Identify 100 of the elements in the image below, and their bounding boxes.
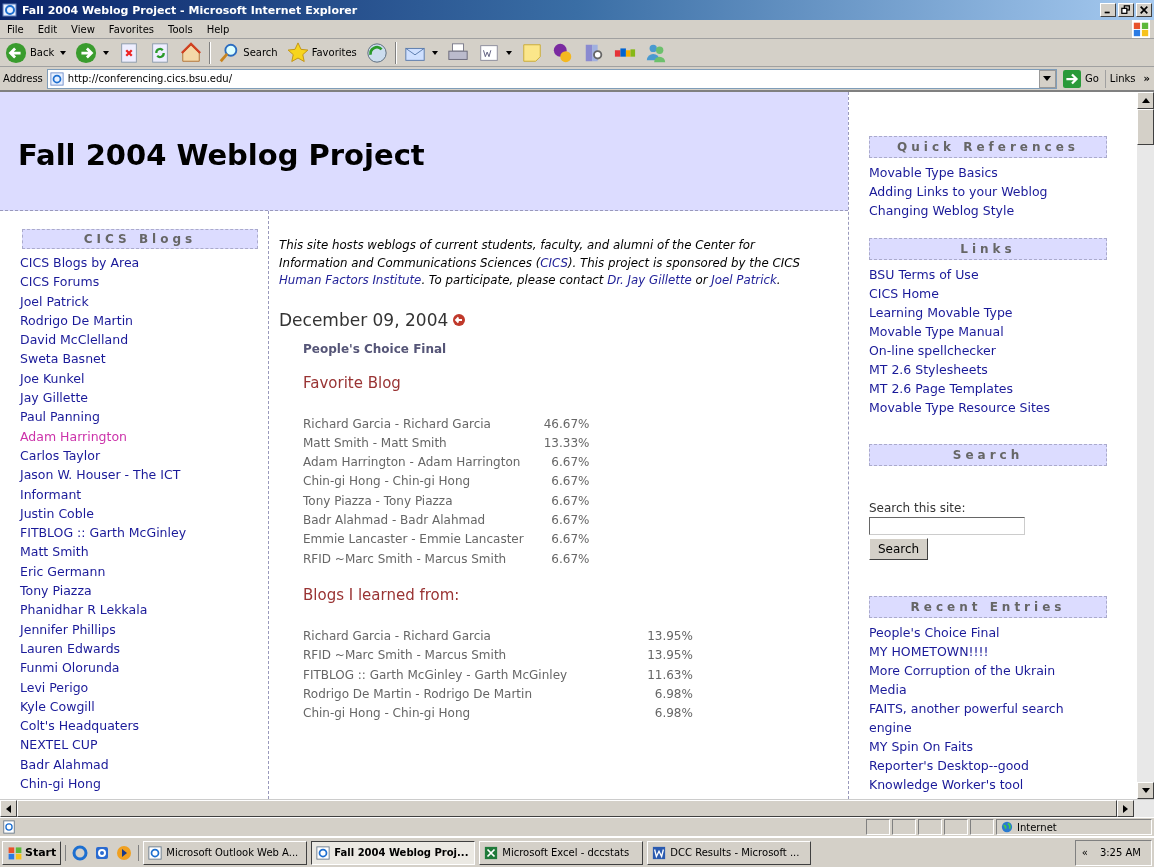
blog-link[interactable]: Colt's Headquaters bbox=[20, 716, 235, 736]
blog-link[interactable]: CICS Blogs by Area bbox=[20, 253, 235, 273]
expand-tray-button[interactable]: « bbox=[1077, 847, 1092, 858]
blog-link[interactable]: Chin-gi Hong bbox=[20, 774, 235, 794]
entry-link[interactable]: MY Spin On Faits bbox=[869, 737, 1087, 756]
search-field[interactable] bbox=[869, 517, 1025, 535]
globe-icon bbox=[1001, 821, 1013, 833]
resource-link[interactable]: BSU Terms of Use bbox=[869, 265, 1087, 284]
blog-link[interactable]: Jay Gillette bbox=[20, 388, 235, 408]
blog-link[interactable]: Funmi Olorunda bbox=[20, 658, 235, 678]
scroll-down-button[interactable] bbox=[1137, 782, 1154, 799]
result-percent: 6.67% bbox=[550, 454, 590, 472]
blog-link[interactable]: Jason W. Houser - The ICT Informant bbox=[20, 465, 235, 504]
forward-button[interactable] bbox=[73, 41, 112, 64]
down-arrow-icon bbox=[1141, 788, 1150, 793]
menu-item[interactable]: Edit bbox=[30, 23, 65, 35]
scrollbar-track[interactable] bbox=[1137, 92, 1154, 799]
links-label[interactable]: Links bbox=[1109, 73, 1136, 84]
entry-link[interactable]: MY HOMETOWN!!!! bbox=[869, 642, 1087, 661]
blog-link[interactable]: Badr Alahmad bbox=[20, 754, 235, 774]
search-button[interactable]: Search bbox=[216, 41, 280, 64]
search-button[interactable]: Search bbox=[869, 538, 929, 560]
result-percent: 6.98% bbox=[653, 685, 693, 703]
intro-link[interactable]: Dr. Jay Gillette bbox=[607, 273, 692, 287]
blog-link[interactable]: Joel Patrick bbox=[20, 291, 235, 311]
browser-icon[interactable] bbox=[72, 844, 89, 861]
reference-link[interactable]: Movable Type Basics bbox=[869, 163, 1087, 182]
blog-link[interactable]: Paul Panning bbox=[20, 407, 235, 427]
close-button[interactable] bbox=[1136, 3, 1152, 17]
back-button[interactable]: Back bbox=[3, 41, 69, 64]
blog-link[interactable]: David McClelland bbox=[20, 330, 235, 350]
address-field[interactable]: http://conferencing.cics.bsu.edu/ bbox=[46, 68, 1057, 89]
favorites-button[interactable]: Favorites bbox=[284, 41, 359, 64]
blog-link[interactable]: Jennifer Phillips bbox=[20, 619, 235, 639]
browser-icon bbox=[148, 845, 163, 860]
blog-link[interactable]: Adam Harrington bbox=[20, 426, 235, 446]
entry-link[interactable]: Reporter's Desktop--good Knowledge Worker's tool bbox=[869, 756, 1087, 794]
taskbar-button[interactable]: Microsoft Excel - dccstats bbox=[479, 840, 644, 865]
menu-item[interactable]: Help bbox=[199, 23, 237, 35]
result-name: Emmie Lancaster - Emmie Lancaster bbox=[303, 531, 524, 549]
taskbar-button[interactable]: DCC Results - Microsoft ... bbox=[647, 840, 812, 865]
blog-link[interactable]: FITBLOG :: Garth McGinley bbox=[20, 523, 235, 543]
menu-item[interactable]: Tools bbox=[161, 23, 200, 35]
intro-link[interactable]: Human Factors Institute bbox=[279, 273, 422, 287]
entry-link[interactable]: People's Choice Final bbox=[869, 623, 1087, 642]
resource-link[interactable]: MT 2.6 Stylesheets bbox=[869, 360, 1087, 379]
browser-icon bbox=[316, 845, 331, 860]
result-percent: 6.67% bbox=[550, 473, 590, 491]
intro-link[interactable]: CICS bbox=[540, 255, 568, 270]
menu-item[interactable]: Favorites bbox=[101, 23, 161, 35]
more-button[interactable]: » bbox=[1139, 73, 1154, 84]
start-button[interactable]: Start bbox=[2, 840, 62, 865]
play-icon[interactable] bbox=[116, 844, 133, 861]
reference-link[interactable]: Adding Links to your Weblog bbox=[869, 182, 1087, 201]
entry-link[interactable]: FAITS, another powerful search engine bbox=[869, 699, 1087, 737]
blog-link[interactable]: Tony Piazza bbox=[20, 581, 235, 601]
intro-link[interactable]: Joel Patrick bbox=[711, 273, 777, 287]
menu-item[interactable]: File bbox=[0, 23, 31, 35]
scrollbar-thumb[interactable] bbox=[1137, 109, 1154, 145]
restore-button[interactable] bbox=[1118, 3, 1134, 17]
blog-link[interactable]: Justin Coble bbox=[20, 503, 235, 524]
resource-link[interactable]: MT 2.6 Page Templates bbox=[869, 379, 1087, 398]
result-name: Rodrigo De Martin - Rodrigo De Martin bbox=[303, 685, 533, 703]
reference-link[interactable]: Changing Weblog Style bbox=[869, 201, 1087, 220]
resource-link[interactable]: Movable Type Manual bbox=[869, 322, 1087, 341]
blog-link[interactable]: CICS Forums bbox=[20, 272, 235, 292]
result-percent: 13.95% bbox=[647, 628, 693, 646]
page-icon bbox=[2, 820, 16, 834]
scroll-left-button[interactable] bbox=[0, 800, 17, 817]
menu-item[interactable]: View bbox=[64, 23, 102, 35]
resource-link[interactable]: On-line spellchecker bbox=[869, 341, 1087, 360]
scroll-right-button[interactable] bbox=[1117, 800, 1134, 817]
resource-link[interactable]: Movable Type Resource Sites bbox=[869, 398, 1087, 417]
result-percent: 6.67% bbox=[550, 531, 590, 549]
scroll-up-button[interactable] bbox=[1137, 92, 1154, 109]
blog-link[interactable]: Carlos Taylor bbox=[20, 445, 235, 466]
blog-link[interactable]: Eric Germann bbox=[20, 561, 235, 582]
zone-label: Internet bbox=[1017, 821, 1057, 833]
go-button[interactable]: Go bbox=[1060, 69, 1106, 88]
blog-link[interactable]: Lauren Edwards bbox=[20, 638, 235, 659]
section-heading: Blogs I learned from: bbox=[303, 586, 461, 605]
blog-link[interactable]: Kyle Cowgill bbox=[20, 696, 235, 717]
dropdown-button[interactable] bbox=[1038, 69, 1056, 88]
blog-link[interactable]: Rodrigo De Martin bbox=[20, 310, 235, 331]
taskbar-button[interactable]: Fall 2004 Weblog Proj... bbox=[311, 840, 476, 865]
entry-link[interactable]: More Corruption of the Ukrain Media bbox=[869, 661, 1087, 699]
blog-link[interactable]: Sweta Basnet bbox=[20, 349, 235, 369]
resource-link[interactable]: Learning Movable Type bbox=[869, 303, 1087, 322]
minimize-button[interactable] bbox=[1100, 3, 1116, 17]
blog-link[interactable]: NEXTEL CUP bbox=[20, 735, 235, 755]
blog-link[interactable]: Levi Perigo bbox=[20, 677, 235, 697]
resource-link[interactable]: CICS Home bbox=[869, 284, 1087, 303]
blog-link[interactable]: Matt Smith bbox=[20, 542, 235, 562]
arrow-circle-icon[interactable] bbox=[452, 312, 467, 327]
taskbar-button[interactable]: Microsoft Outlook Web A... bbox=[143, 840, 308, 865]
mail-icon[interactable] bbox=[94, 844, 111, 861]
result-name: RFID ~Marc Smith - Marcus Smith bbox=[303, 550, 508, 568]
blog-link[interactable]: Phanidhar R Lekkala bbox=[20, 600, 235, 620]
blog-link[interactable]: Joe Kunkel bbox=[20, 368, 235, 389]
page-icon bbox=[49, 71, 64, 86]
